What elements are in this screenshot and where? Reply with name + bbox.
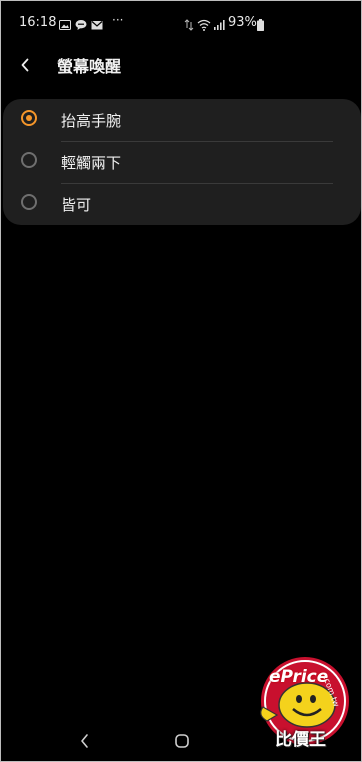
- option-both[interactable]: 皆可: [3, 183, 361, 225]
- app-header: 螢幕喚醒: [1, 45, 361, 85]
- options-card: 抬高手腕 輕觸兩下 皆可: [3, 99, 361, 225]
- back-button[interactable]: [13, 53, 37, 77]
- battery-percent: 93%: [228, 15, 257, 30]
- option-double-tap[interactable]: 輕觸兩下: [3, 141, 361, 183]
- radio-unselected-icon[interactable]: [21, 152, 37, 168]
- data-transfer-icon: [184, 16, 194, 35]
- screen: 16:18 ··· 93% 螢幕喚醒 抬高手腕 輕觸兩下 皆可 ePrice .…: [0, 0, 362, 762]
- radio-selected-icon[interactable]: [21, 110, 37, 126]
- wifi-icon: [197, 16, 211, 35]
- signal-icon: [213, 16, 225, 35]
- nav-home-button[interactable]: [174, 733, 190, 749]
- watermark-brand: ePrice: [269, 667, 329, 687]
- radio-unselected-icon[interactable]: [21, 194, 37, 210]
- page-title: 螢幕喚醒: [57, 57, 122, 76]
- nav-home-icon: [175, 734, 189, 748]
- nav-back-button[interactable]: [75, 731, 95, 751]
- status-time: 16:18: [19, 15, 57, 30]
- option-raise-wrist[interactable]: 抬高手腕: [3, 99, 361, 141]
- back-icon: [21, 58, 29, 72]
- more-notifications-indicator: ···: [112, 13, 124, 27]
- battery-icon: [257, 16, 264, 35]
- mail-icon: [91, 16, 103, 35]
- nav-back-icon: [81, 734, 88, 748]
- option-label: 抬高手腕: [61, 112, 122, 130]
- status-bar: 16:18 ··· 93%: [1, 1, 361, 45]
- image-icon: [59, 16, 71, 35]
- option-label: 皆可: [61, 196, 92, 214]
- chat-icon: [75, 16, 87, 35]
- navigation-bar: [1, 721, 361, 761]
- option-label: 輕觸兩下: [61, 154, 122, 172]
